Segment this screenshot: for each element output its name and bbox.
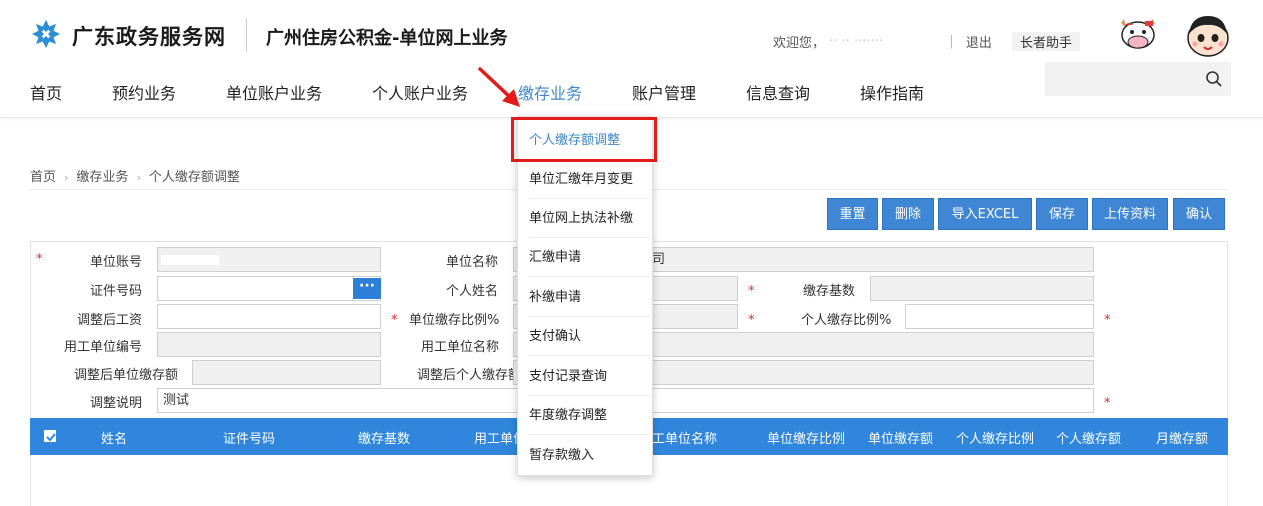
save-button[interactable]: 保存 — [1036, 198, 1088, 230]
column-person-ratio[interactable]: 个人缴存比例 — [956, 428, 1034, 447]
page-header: 广东政务服务网 广州住房公积金-单位网上业务 欢迎您， ·· ·· ······… — [0, 0, 1263, 118]
required-mark: * — [1104, 313, 1111, 328]
confirm-button[interactable]: 确认 — [1173, 198, 1225, 230]
deposit-base-field[interactable] — [870, 276, 1094, 301]
unit-account-redaction — [161, 255, 219, 265]
reset-button[interactable]: 重置 — [827, 198, 878, 230]
menu-item-payment-records[interactable]: 支付记录查询 — [518, 357, 652, 396]
employer-code-label: 用工单位编号 — [64, 340, 143, 355]
unit-account-label: 单位账号 — [90, 255, 143, 270]
id-number-field[interactable] — [157, 276, 381, 301]
deposit-dropdown-menu: 个人缴存额调整 单位汇缴年月变更 单位网上执法补缴 汇缴申请 补缴申请 支付确认… — [517, 116, 653, 476]
column-unit-amount[interactable]: 单位缴存额 — [868, 428, 933, 447]
id-number-label: 证件号码 — [90, 284, 143, 299]
column-unit-ratio[interactable]: 单位缴存比例 — [767, 428, 845, 447]
highlight-frame — [511, 117, 657, 162]
delete-button[interactable]: 删除 — [882, 198, 934, 230]
breadcrumb-current: 个人缴存额调整 — [148, 170, 240, 185]
welcome-text: 欢迎您， — [773, 36, 826, 51]
adjusted-unit-amount-field[interactable] — [192, 360, 381, 385]
required-mark: * — [748, 313, 755, 328]
red-arrow-icon — [478, 67, 520, 107]
menu-item-annual-adjust[interactable]: 年度缴存调整 — [518, 396, 652, 435]
column-person-amount[interactable]: 个人缴存额 — [1056, 428, 1121, 447]
id-lookup-button[interactable]: ··· — [353, 278, 381, 299]
nav-item-appointment[interactable]: 预约业务 — [112, 80, 176, 104]
nav-item-home[interactable]: 首页 — [30, 80, 62, 104]
breadcrumb: 首页 › 缴存业务 › 个人缴存额调整 — [30, 166, 240, 185]
nav-item-deposit[interactable]: 缴存业务 — [518, 80, 582, 104]
adjust-note-label: 调整说明 — [90, 396, 143, 411]
nav-item-unit-account[interactable]: 单位账户业务 — [226, 80, 322, 104]
adjusted-salary-field[interactable] — [157, 304, 381, 329]
menu-item-unit-month-change[interactable]: 单位汇缴年月变更 — [518, 160, 652, 199]
person-ratio-field[interactable] — [905, 304, 1094, 329]
column-employer-name[interactable]: 工单位名称 — [652, 428, 717, 447]
import-excel-button[interactable]: 导入EXCEL — [938, 198, 1032, 230]
person-name-label: 个人姓名 — [446, 284, 499, 299]
deposit-base-label: 缴存基数 — [803, 284, 856, 299]
checkmark-icon — [46, 433, 56, 442]
elder-mode-button[interactable]: 长者助手 — [1011, 32, 1080, 51]
search-input[interactable] — [1045, 62, 1231, 96]
menu-item-enforcement-repay[interactable]: 单位网上执法补缴 — [518, 199, 652, 238]
column-id-number[interactable]: 证件号码 — [223, 428, 275, 447]
user-divider: | — [949, 34, 954, 49]
required-mark: * — [748, 284, 755, 299]
unit-ratio-label: 单位缴存比例% — [409, 313, 500, 328]
person-ratio-label: 个人缴存比例% — [801, 313, 892, 328]
nav-item-guide[interactable]: 操作指南 — [860, 80, 924, 104]
adjusted-person-amount-label: 调整后个人缴存额 — [417, 368, 522, 383]
nav-item-personal-account[interactable]: 个人账户业务 — [372, 80, 468, 104]
menu-item-remit-apply[interactable]: 汇缴申请 — [518, 238, 652, 277]
service-title: 广州住房公积金-单位网上业务 — [266, 28, 508, 49]
search-icon[interactable] — [1205, 70, 1223, 88]
required-mark: * — [1104, 396, 1111, 411]
logout-link[interactable]: 退出 — [966, 32, 992, 51]
logo-divider — [246, 18, 247, 52]
select-all-checkbox[interactable] — [44, 430, 56, 442]
user-name-masked: ·· ·· ······· — [829, 34, 883, 49]
breadcrumb-separator-icon: › — [64, 171, 69, 184]
menu-item-temporary-deposit[interactable]: 暂存款缴入 — [518, 436, 652, 475]
user-area: 欢迎您， ·· ·· ······· | 退出 长者助手 — [773, 32, 1080, 51]
unit-name-label: 单位名称 — [446, 255, 499, 270]
portal-name[interactable]: 广东政务服务网 — [72, 21, 226, 51]
required-mark: * — [36, 252, 43, 267]
cow-mascot-icon[interactable] — [1115, 15, 1161, 53]
adjusted-salary-label: 调整后工资 — [77, 313, 143, 328]
menu-item-repay-apply[interactable]: 补缴申请 — [518, 278, 652, 317]
breadcrumb-deposit[interactable]: 缴存业务 — [76, 170, 128, 185]
nav-item-info-query[interactable]: 信息查询 — [746, 80, 810, 104]
breadcrumb-home[interactable]: 首页 — [30, 170, 56, 185]
boy-avatar-icon[interactable] — [1183, 12, 1233, 58]
portal-logo-icon — [32, 20, 60, 48]
breadcrumb-separator-icon: › — [136, 171, 141, 184]
employer-name-label: 用工单位名称 — [421, 340, 500, 355]
employer-code-field[interactable] — [157, 332, 381, 357]
column-name[interactable]: 姓名 — [101, 428, 127, 447]
column-monthly-amount[interactable]: 月缴存额 — [1156, 428, 1208, 447]
nav-item-account-management[interactable]: 账户管理 — [632, 80, 696, 104]
adjusted-unit-amount-label: 调整后单位缴存额 — [74, 368, 179, 383]
menu-item-payment-confirm[interactable]: 支付确认 — [518, 317, 652, 356]
required-mark: * — [391, 313, 398, 328]
column-deposit-base[interactable]: 缴存基数 — [358, 428, 410, 447]
upload-docs-button[interactable]: 上传资料 — [1092, 198, 1168, 230]
